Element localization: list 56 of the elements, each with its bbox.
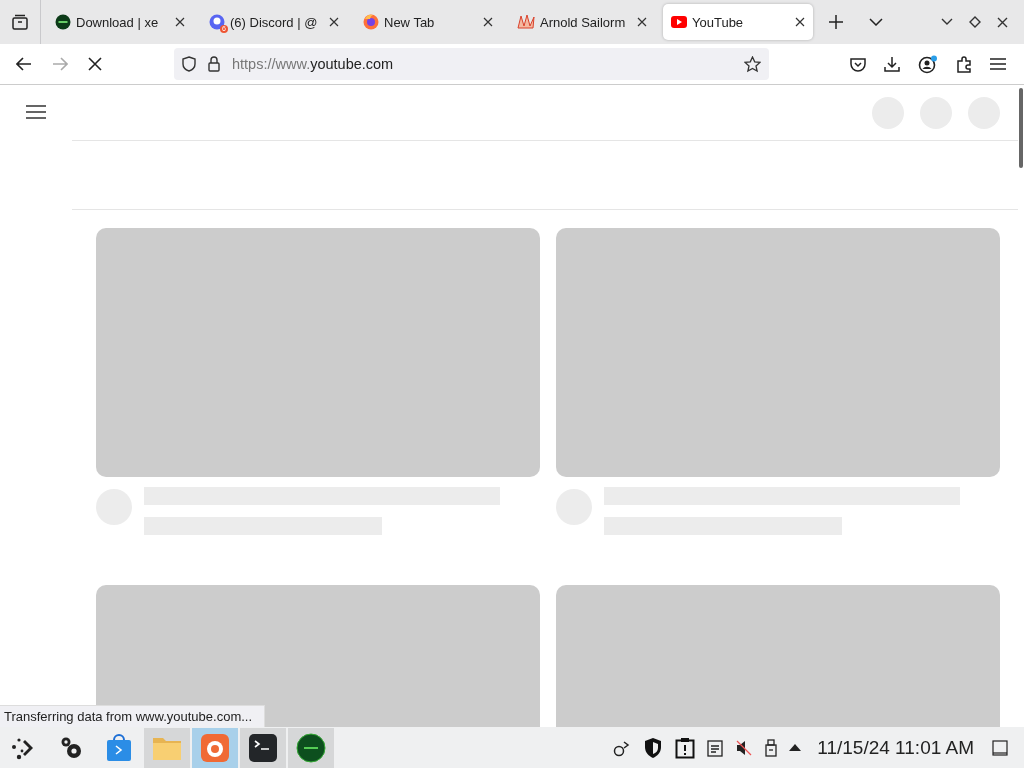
- network-icon[interactable]: [613, 738, 632, 757]
- menu-icon[interactable]: [26, 105, 46, 119]
- clipboard-alert-icon[interactable]: [675, 736, 696, 759]
- tab-title: YouTube: [692, 14, 745, 30]
- close-icon[interactable]: [795, 17, 805, 27]
- usb-drive-icon[interactable]: [765, 738, 778, 757]
- clock[interactable]: 11/15/24 11:01 AM: [817, 736, 974, 759]
- close-icon[interactable]: [483, 17, 493, 27]
- app-icon: [200, 732, 230, 763]
- shield-icon[interactable]: [643, 736, 664, 759]
- close-icon[interactable]: [175, 17, 185, 27]
- account-icon[interactable]: [918, 54, 938, 74]
- browser-tab[interactable]: YouTube: [663, 4, 813, 40]
- terminal-icon: [248, 732, 278, 763]
- app-icon: [296, 732, 326, 763]
- browser-tab[interactable]: Download | xe: [47, 4, 193, 40]
- stop-icon[interactable]: [88, 57, 102, 71]
- favicon-icon: [517, 14, 535, 30]
- store-icon: [106, 733, 132, 762]
- pocket-icon[interactable]: [850, 56, 866, 72]
- close-icon[interactable]: [997, 16, 1008, 28]
- minimize-icon[interactable]: [941, 18, 953, 26]
- play-icon: [671, 16, 687, 28]
- browser-tab[interactable]: New Tab: [355, 4, 501, 40]
- menu-icon[interactable]: [990, 58, 1006, 70]
- status-tooltip: Transferring data from www.youtube.com...: [0, 705, 266, 727]
- tab-title: (6) Discord | @: [230, 14, 319, 30]
- lock-icon: [208, 56, 220, 72]
- close-icon[interactable]: [329, 17, 339, 27]
- muted-speaker-icon[interactable]: [735, 738, 754, 757]
- close-icon[interactable]: [637, 17, 647, 27]
- browser-tab[interactable]: Arnold Sailorm: [509, 4, 655, 40]
- chevron-down-icon[interactable]: [869, 18, 883, 26]
- maximize-icon[interactable]: [969, 16, 981, 28]
- new-tab-icon[interactable]: [829, 15, 843, 29]
- extensions-icon[interactable]: [956, 55, 972, 73]
- star-icon[interactable]: [744, 55, 761, 73]
- show-desktop-icon[interactable]: [992, 739, 1008, 756]
- tab-list-icon[interactable]: [11, 13, 29, 31]
- back-icon[interactable]: [16, 57, 32, 71]
- firefox-icon: [363, 14, 379, 30]
- taskbar-app[interactable]: [240, 727, 286, 768]
- taskbar-app[interactable]: [288, 727, 334, 768]
- shield-icon: [182, 56, 196, 72]
- scrollbar-thumb[interactable]: [1019, 88, 1023, 168]
- favicon-icon: [55, 14, 71, 30]
- tab-title: Arnold Sailorm: [540, 14, 627, 30]
- tab-title: New Tab: [384, 14, 436, 30]
- caret-up-icon[interactable]: [789, 744, 802, 751]
- gears-icon: [60, 735, 82, 760]
- address-bar[interactable]: https://www.youtube.com: [174, 48, 769, 80]
- download-icon[interactable]: [884, 56, 900, 72]
- favicon-icon: [209, 14, 225, 30]
- tab-title: Download | xe: [76, 14, 160, 30]
- notes-icon[interactable]: [707, 738, 724, 757]
- url-text: https://www.youtube.com: [232, 56, 394, 72]
